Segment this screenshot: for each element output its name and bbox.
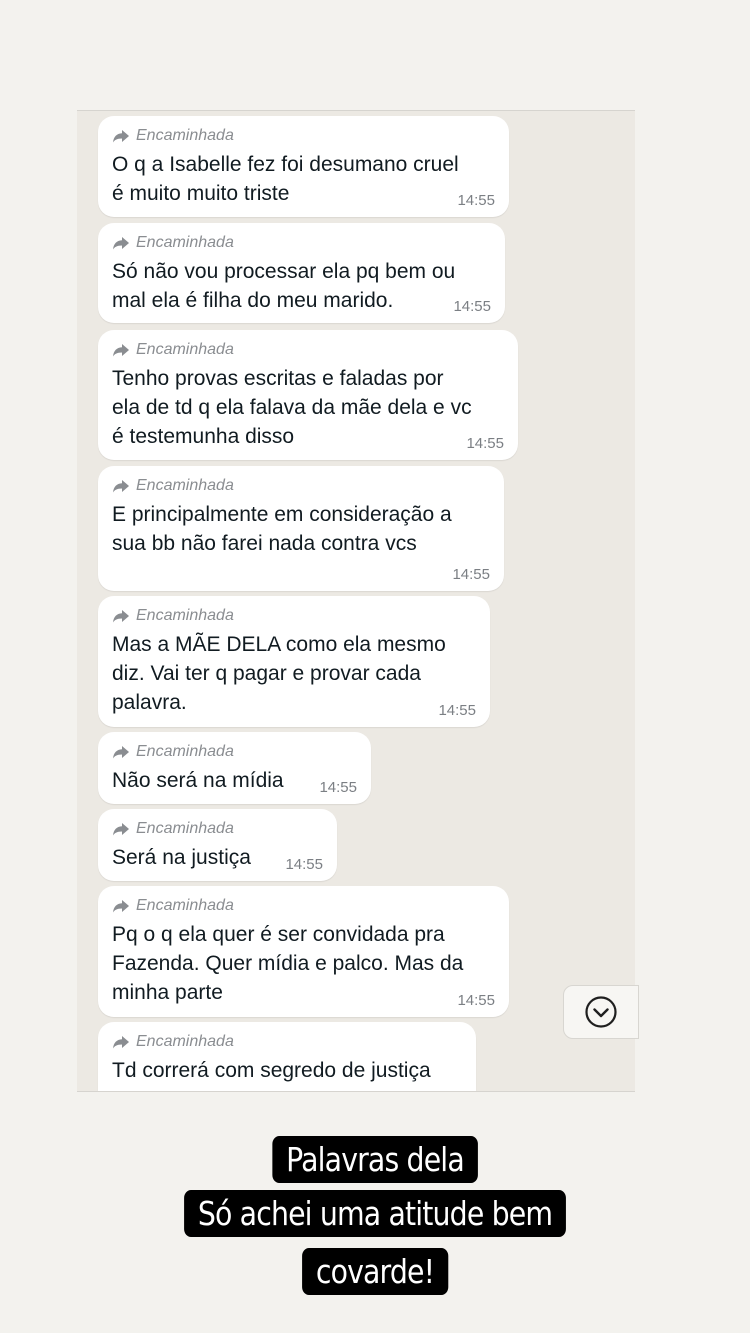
message-time: 14:55: [319, 779, 357, 796]
caption-line-3: covarde!: [302, 1248, 448, 1295]
message-time: 14:55: [285, 856, 323, 873]
forward-arrow-icon: [113, 130, 129, 143]
message-bubble[interactable]: Encaminhada O q a Isabelle fez foi desum…: [98, 116, 509, 217]
caption-line-1: Palavras dela: [272, 1136, 478, 1183]
forward-arrow-icon: [113, 237, 129, 250]
forward-arrow-icon: [113, 746, 129, 759]
forwarded-label: Encaminhada: [112, 233, 491, 253]
forwarded-label: Encaminhada: [112, 126, 495, 146]
forward-arrow-icon: [113, 1036, 129, 1049]
message-bubble[interactable]: Encaminhada Pq o q ela quer é ser convid…: [98, 886, 509, 1017]
message-bubble[interactable]: Encaminhada Será na justiça 14:55: [98, 809, 337, 881]
message-bubble[interactable]: Encaminhada Mas a MÃE DELA como ela mesm…: [98, 596, 490, 727]
message-text: E principalmente em consideração a sua b…: [112, 503, 452, 555]
forwarded-label: Encaminhada: [112, 476, 490, 496]
message-text: Pq o q ela quer é ser convidada pra Faze…: [112, 923, 464, 1004]
message-bubble[interactable]: Encaminhada E principalmente em consider…: [98, 466, 504, 591]
message-bubble[interactable]: Encaminhada Não será na mídia 14:55: [98, 732, 371, 804]
message-text: Td correrá com segredo de justiça: [112, 1059, 431, 1082]
message-text: O q a Isabelle fez foi desumano cruel é …: [112, 153, 459, 205]
message-text: Tenho provas escritas e faladas por ela …: [112, 367, 472, 448]
message-time: 14:55: [466, 435, 504, 452]
message-time: 14:55: [438, 702, 476, 719]
forward-arrow-icon: [113, 823, 129, 836]
forward-arrow-icon: [113, 610, 129, 623]
forwarded-label: Encaminhada: [112, 1032, 462, 1052]
message-time: 14:55: [457, 192, 495, 209]
message-bubble[interactable]: Encaminhada Td correrá com segredo de ju…: [98, 1022, 476, 1091]
forwarded-label: Encaminhada: [112, 742, 357, 762]
forwarded-label: Encaminhada: [112, 606, 476, 626]
message-text: Só não vou processar ela pq bem ou mal e…: [112, 260, 456, 312]
caption-line-2: Só achei uma atitude bem: [184, 1190, 566, 1237]
forwarded-label: Encaminhada: [112, 340, 504, 360]
message-time: 14:55: [452, 566, 490, 583]
scroll-to-bottom-button[interactable]: [563, 985, 639, 1039]
forwarded-label: Encaminhada: [112, 819, 323, 839]
message-time: 14:55: [457, 992, 495, 1009]
message-time: 14:55: [453, 298, 491, 315]
message-bubble[interactable]: Encaminhada Só não vou processar ela pq …: [98, 223, 505, 323]
message-text: Mas a MÃE DELA como ela mesmo diz. Vai t…: [112, 633, 446, 714]
chevron-down-circle-icon: [585, 996, 617, 1028]
forward-arrow-icon: [113, 900, 129, 913]
chat-window: Encaminhada O q a Isabelle fez foi desum…: [77, 110, 635, 1092]
forward-arrow-icon: [113, 480, 129, 493]
forwarded-label: Encaminhada: [112, 896, 495, 916]
message-bubble[interactable]: Encaminhada Tenho provas escritas e fala…: [98, 330, 518, 460]
forward-arrow-icon: [113, 344, 129, 357]
